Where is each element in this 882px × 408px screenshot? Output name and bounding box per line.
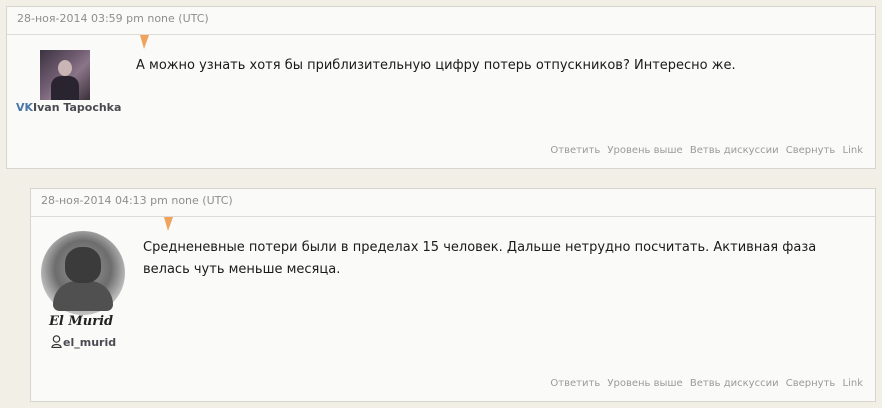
- author-label: el_murid: [63, 336, 117, 349]
- comment-2: 28-ноя-2014 04:13 pm none (UTC) El Murid…: [30, 188, 876, 402]
- reply-link[interactable]: Ответить: [550, 378, 600, 389]
- comment-date: 28-ноя-2014 03:59 pm none (UTC): [17, 12, 209, 25]
- thread-link[interactable]: Ветвь дискуссии: [690, 378, 779, 389]
- comment-text: Средненевные потери были в пределах 15 ч…: [143, 240, 817, 277]
- permalink[interactable]: Link: [843, 378, 863, 389]
- avatar-signature: El Murid: [49, 314, 114, 329]
- comment-date: 28-ноя-2014 04:13 pm none (UTC): [41, 194, 233, 207]
- avatar[interactable]: [41, 231, 125, 315]
- reply-link[interactable]: Ответить: [550, 145, 600, 156]
- comment-divider: [31, 216, 875, 217]
- comment-text: А можно узнать хотя бы приблизительную ц…: [136, 58, 736, 73]
- avatar[interactable]: [40, 50, 90, 100]
- author-label: Ivan Tapochka: [33, 101, 122, 114]
- comment-marker: [164, 217, 173, 231]
- collapse-link[interactable]: Свернуть: [786, 378, 836, 389]
- vk-icon: VK: [16, 101, 34, 114]
- collapse-link[interactable]: Свернуть: [786, 145, 836, 156]
- parent-link[interactable]: Уровень выше: [607, 378, 682, 389]
- comment-divider: [7, 34, 875, 35]
- comment-actions: Ответить Уровень выше Ветвь дискуссии Св…: [546, 145, 863, 156]
- permalink[interactable]: Link: [843, 145, 863, 156]
- user-icon: [51, 335, 62, 348]
- parent-link[interactable]: Уровень выше: [607, 145, 682, 156]
- thread-link[interactable]: Ветвь дискуссии: [690, 145, 779, 156]
- author-name[interactable]: el_murid: [51, 335, 116, 349]
- comment-marker: [140, 35, 149, 49]
- author-name[interactable]: VKIvan Tapochka: [16, 101, 121, 114]
- comment-actions: Ответить Уровень выше Ветвь дискуссии Св…: [546, 378, 863, 389]
- comment-1: 28-ноя-2014 03:59 pm none (UTC) VKIvan T…: [6, 6, 876, 169]
